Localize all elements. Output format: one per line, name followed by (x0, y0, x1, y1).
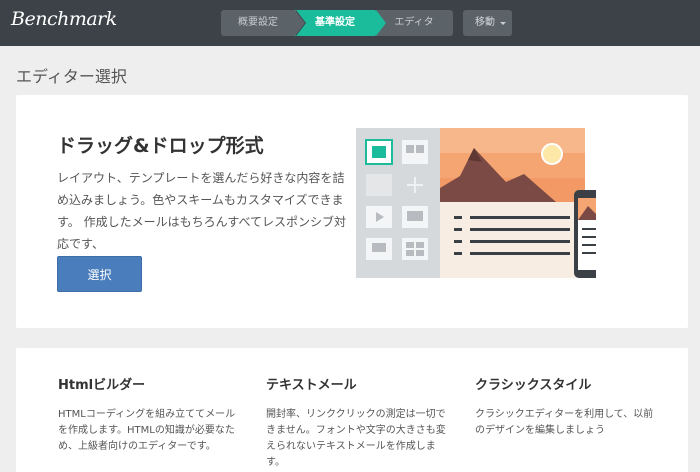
editor-illustration (356, 128, 596, 278)
step-overview[interactable]: 概要設定 (221, 10, 306, 36)
option-description: 開封率、リンククリックの測定は一切できません。フォントや文字の大きさも変えられな… (266, 409, 446, 468)
step-label: 基準設定 (315, 17, 355, 28)
dragdrop-card: ドラッグ&ドロップ形式 レイアウト、テンプレートを選んだら好きな内容を詰め込みま… (16, 95, 688, 328)
classic-style-option[interactable]: クラシックスタイル クラシックエディターを利用して、以前のデザインを編集しましょ… (475, 374, 655, 439)
top-bar: Benchmark 概要設定 基準設定 エディタ 移動 (0, 0, 700, 46)
text-block-icon (366, 174, 392, 196)
step-nav: 概要設定 基準設定 エディタ (221, 10, 453, 36)
step-arrow (375, 10, 385, 36)
move-label: 移動 (475, 17, 495, 28)
select-button[interactable]: 選択 (57, 256, 142, 292)
option-description: クラシックエディターを利用して、以前のデザインを編集しましょう (475, 409, 654, 436)
option-title[interactable]: テキストメール (266, 374, 446, 393)
option-description: HTMLコーディングを組み立ててメールを作成します。HTMLの知識が必要なため、… (58, 409, 236, 452)
option-title[interactable]: クラシックスタイル (475, 374, 655, 393)
image-block-inner (372, 146, 386, 158)
step-label: 概要設定 (238, 17, 278, 28)
step-criteria[interactable]: 基準設定 (295, 10, 386, 36)
sun-icon (541, 143, 563, 165)
two-image-block-icon (402, 140, 428, 164)
grid-block-icon (402, 238, 428, 260)
other-editors-card: Htmlビルダー HTMLコーディングを組み立ててメールを作成します。HTMLの… (16, 348, 688, 472)
monitor-icon (372, 243, 386, 252)
dragdrop-description: レイアウト、テンプレートを選んだら好きな内容を詰め込みましょう。色やスキームもカ… (57, 171, 347, 251)
step-editor[interactable]: エディタ (375, 10, 453, 36)
step-arrow (295, 10, 305, 36)
move-dropdown-button[interactable]: 移動 (463, 10, 512, 36)
text-mail-option[interactable]: テキストメール 開封率、リンククリックの測定は一切できません。フォントや文字の大… (266, 374, 446, 471)
step-label: エディタ (394, 17, 434, 28)
option-title[interactable]: Htmlビルダー (58, 374, 238, 393)
benchmark-logo[interactable]: Benchmark (11, 8, 117, 30)
chevron-down-icon (500, 22, 506, 25)
dragdrop-title: ドラッグ&ドロップ形式 (57, 135, 264, 157)
page-title: エディター選択 (16, 67, 127, 86)
html-builder-option[interactable]: Htmlビルダー HTMLコーディングを組み立ててメールを作成します。HTMLの… (58, 374, 238, 455)
